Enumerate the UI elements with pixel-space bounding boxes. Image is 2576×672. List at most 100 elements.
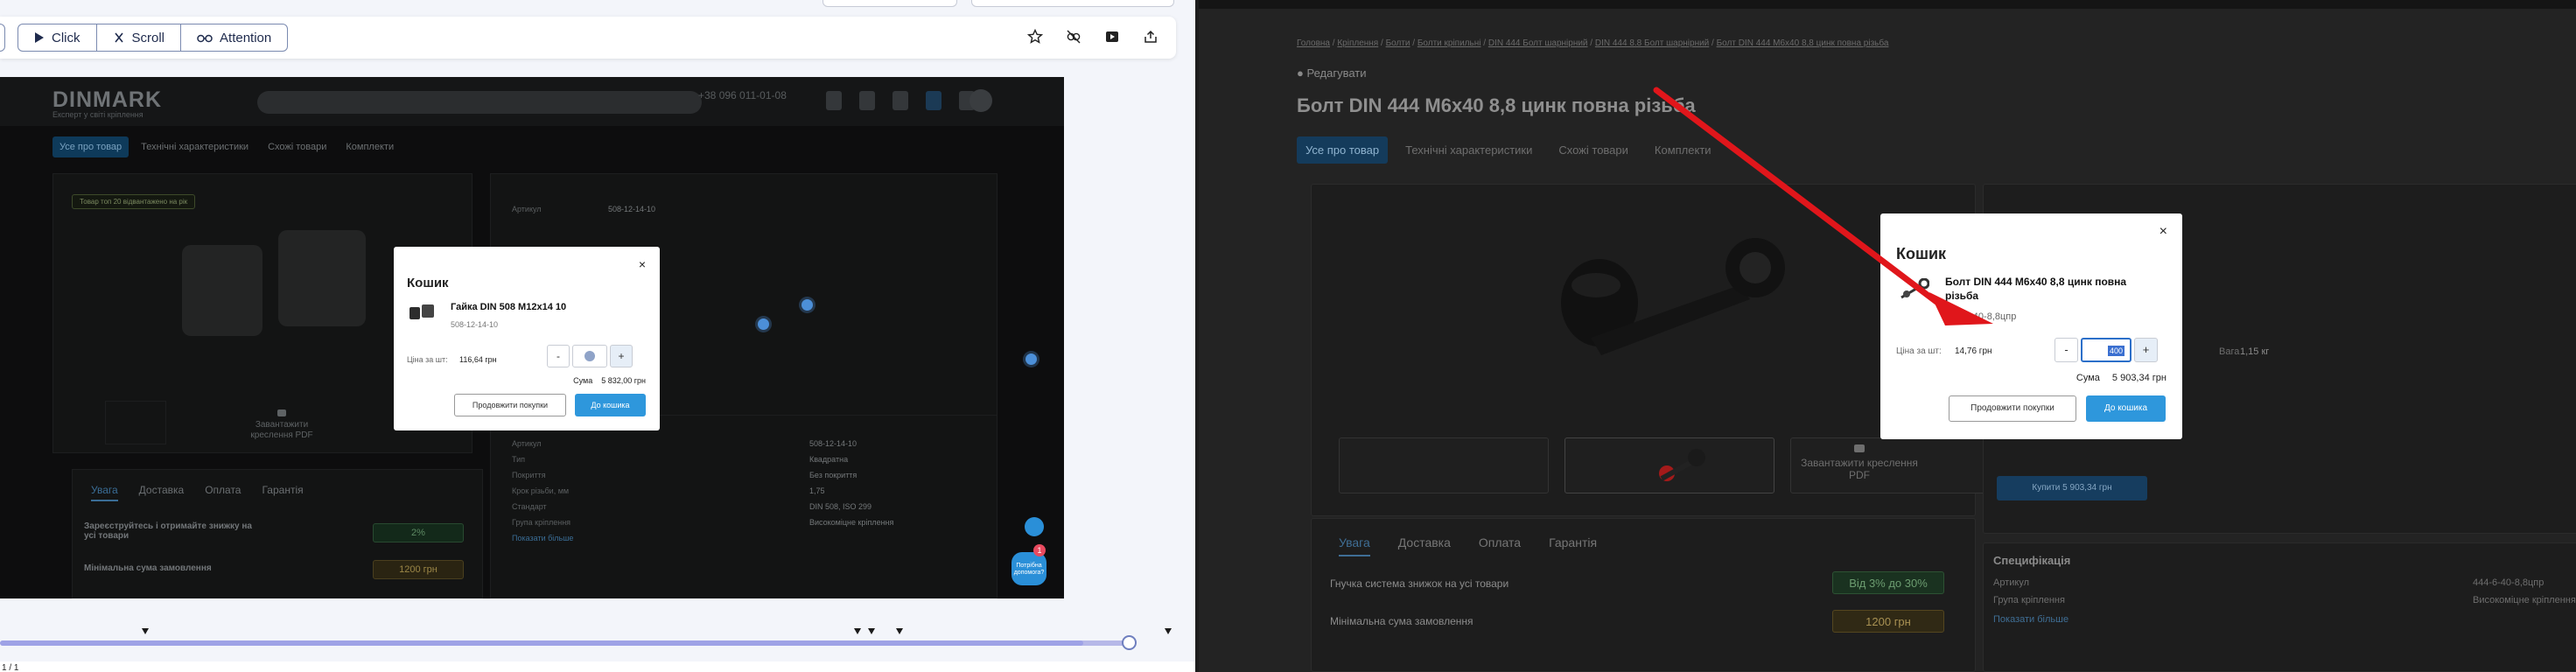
tab-all[interactable]: Усе про товар: [52, 136, 130, 158]
price-value: 14,76 грн: [1955, 346, 1992, 356]
breadcrumb-item[interactable]: Головна: [1297, 38, 1330, 48]
replay-timeline[interactable]: [0, 623, 1181, 658]
top-tab-stub[interactable]: [822, 0, 957, 7]
close-icon[interactable]: ×: [639, 257, 646, 271]
thumbnail[interactable]: [105, 401, 166, 444]
attr-label: Група кріплення: [512, 518, 571, 527]
camera-icon: [277, 410, 286, 416]
tab-attention[interactable]: Увага: [91, 484, 118, 501]
edit-label: Редагувати: [1306, 66, 1367, 80]
tab-delivery[interactable]: Доставка: [1398, 536, 1451, 556]
help-button[interactable]: Потрібна допомога?: [1012, 552, 1046, 585]
info-tabs: Увага Доставка Оплата Гарантія: [1339, 536, 1597, 556]
breadcrumb: Головна / Кріплення / Болти / Болти кріп…: [1297, 38, 1889, 48]
thumbnail-active[interactable]: [1564, 438, 1774, 494]
site-search-input[interactable]: [257, 91, 702, 114]
top-tab-stub[interactable]: [971, 0, 1174, 7]
quantity-stepper: - 400 +: [2054, 338, 2158, 362]
site-phone: +38 096 011-01-08: [698, 89, 787, 102]
avatar[interactable]: [970, 89, 992, 112]
link-off-icon[interactable]: [1064, 27, 1083, 46]
star-icon[interactable]: [1026, 27, 1045, 46]
event-marker[interactable]: [854, 628, 861, 634]
info-tabs: Увага Доставка Оплата Гарантія: [91, 484, 304, 501]
min-order-label: Мінімальна сума замовлення: [84, 564, 212, 573]
tab-warranty[interactable]: Гарантія: [1549, 536, 1597, 556]
spec-label: Артикул: [1993, 578, 2030, 588]
tab-similar[interactable]: Схожі товари: [1550, 136, 1637, 164]
product-name: Гайка DIN 508 M12x14 10: [451, 302, 567, 312]
show-more-link[interactable]: Показати більше: [1993, 614, 2068, 625]
spec-value: 444-6-40-8,8цпр: [2473, 578, 2544, 588]
edit-link[interactable]: ● Редагувати: [1297, 66, 1367, 80]
click-label: Click: [52, 30, 80, 46]
product-sku: 508-12-14-10: [451, 320, 499, 329]
timeline-handle[interactable]: [1122, 635, 1137, 650]
glasses-icon: [197, 32, 213, 43]
article-value: 508-12-14-10: [608, 205, 656, 214]
decrement-button[interactable]: -: [2054, 338, 2078, 362]
continue-shopping-button[interactable]: Продовжити покупки: [454, 394, 566, 416]
attention-button[interactable]: Attention: [181, 24, 287, 51]
event-marker[interactable]: [868, 628, 875, 634]
tab-payment[interactable]: Оплата: [205, 484, 241, 501]
breadcrumb-item[interactable]: DIN 444 8.8 Болт шарнірний: [1595, 38, 1709, 48]
tab-payment[interactable]: Оплата: [1479, 536, 1521, 556]
increment-button[interactable]: +: [2134, 338, 2158, 362]
breadcrumb-item[interactable]: Болти кріпильні: [1418, 38, 1481, 48]
tab-delivery[interactable]: Доставка: [139, 484, 185, 501]
tab-specs[interactable]: Технічні характеристики: [134, 136, 256, 158]
breadcrumb-item[interactable]: Кріплення: [1337, 38, 1378, 48]
thumbnail[interactable]: [1339, 438, 1549, 494]
tab-all[interactable]: Усе про товар: [1297, 136, 1389, 164]
product-image[interactable]: [278, 230, 366, 326]
click-marker: [758, 318, 769, 330]
tab-kits[interactable]: Комплекти: [1646, 136, 1720, 164]
product-image[interactable]: [182, 245, 262, 336]
close-icon[interactable]: ×: [2160, 224, 2167, 240]
lang-icon[interactable]: [826, 91, 842, 110]
increment-button[interactable]: +: [610, 345, 633, 368]
toolbar-stub-button[interactable]: [0, 24, 5, 52]
discount-badge: Від 3% до 30%: [1832, 571, 1944, 594]
compare-icon[interactable]: [859, 91, 875, 110]
go-to-cart-button[interactable]: До кошика: [575, 394, 646, 416]
tab-warranty[interactable]: Гарантія: [262, 484, 303, 501]
min-order-badge: 1200 грн: [1832, 610, 1944, 633]
product-image[interactable]: [1521, 233, 1801, 373]
telegram-icon[interactable]: [1025, 517, 1044, 536]
share-icon[interactable]: [1141, 27, 1160, 46]
pdf-download-link[interactable]: Завантажити креслення PDF: [1794, 444, 1925, 481]
tab-kits[interactable]: Комплекти: [339, 136, 401, 158]
event-marker[interactable]: [896, 628, 903, 634]
event-marker[interactable]: [1165, 628, 1172, 634]
price-value: 116,64 грн: [459, 355, 497, 364]
cart-icon[interactable]: [926, 91, 942, 110]
buy-button[interactable]: Купити 5 903,34 грн: [1997, 476, 2147, 500]
click-button[interactable]: Click: [18, 24, 97, 51]
event-marker[interactable]: [142, 628, 149, 634]
show-more-link[interactable]: Показати більше: [512, 534, 573, 542]
continue-shopping-button[interactable]: Продовжити покупки: [1949, 396, 2076, 422]
decrement-button[interactable]: -: [547, 345, 570, 368]
product-sku: 444-6-40-8,8цпр: [1945, 312, 2017, 322]
attr-value: Високоміцне кріплення: [809, 518, 894, 527]
sum-label: Сума: [573, 376, 593, 385]
breadcrumb-item[interactable]: Болти: [1386, 38, 1410, 48]
tab-similar[interactable]: Схожі товари: [261, 136, 333, 158]
tab-attention[interactable]: Увага: [1339, 536, 1370, 556]
pdf-download-link[interactable]: Завантажити креслення PDF: [238, 410, 326, 441]
go-to-cart-button[interactable]: До кошика: [2086, 396, 2166, 422]
scroll-label: Scroll: [131, 30, 165, 46]
favorite-icon[interactable]: [892, 91, 908, 110]
cart-modal: × Кошик Болт DIN 444 M6x40 8,8 цинк повн…: [1880, 214, 2182, 439]
notification-badge: 1: [1033, 544, 1046, 556]
breadcrumb-item[interactable]: DIN 444 Болт шарнірний: [1488, 38, 1588, 48]
scroll-button[interactable]: Scroll: [97, 24, 182, 51]
quantity-input[interactable]: [572, 345, 607, 368]
tab-specs[interactable]: Технічні характеристики: [1396, 136, 1541, 164]
quantity-input[interactable]: 400: [2081, 338, 2132, 362]
spec-title: Специфікація: [1993, 554, 2071, 567]
cursor-icon: [34, 32, 45, 44]
video-icon[interactable]: [1102, 27, 1122, 46]
